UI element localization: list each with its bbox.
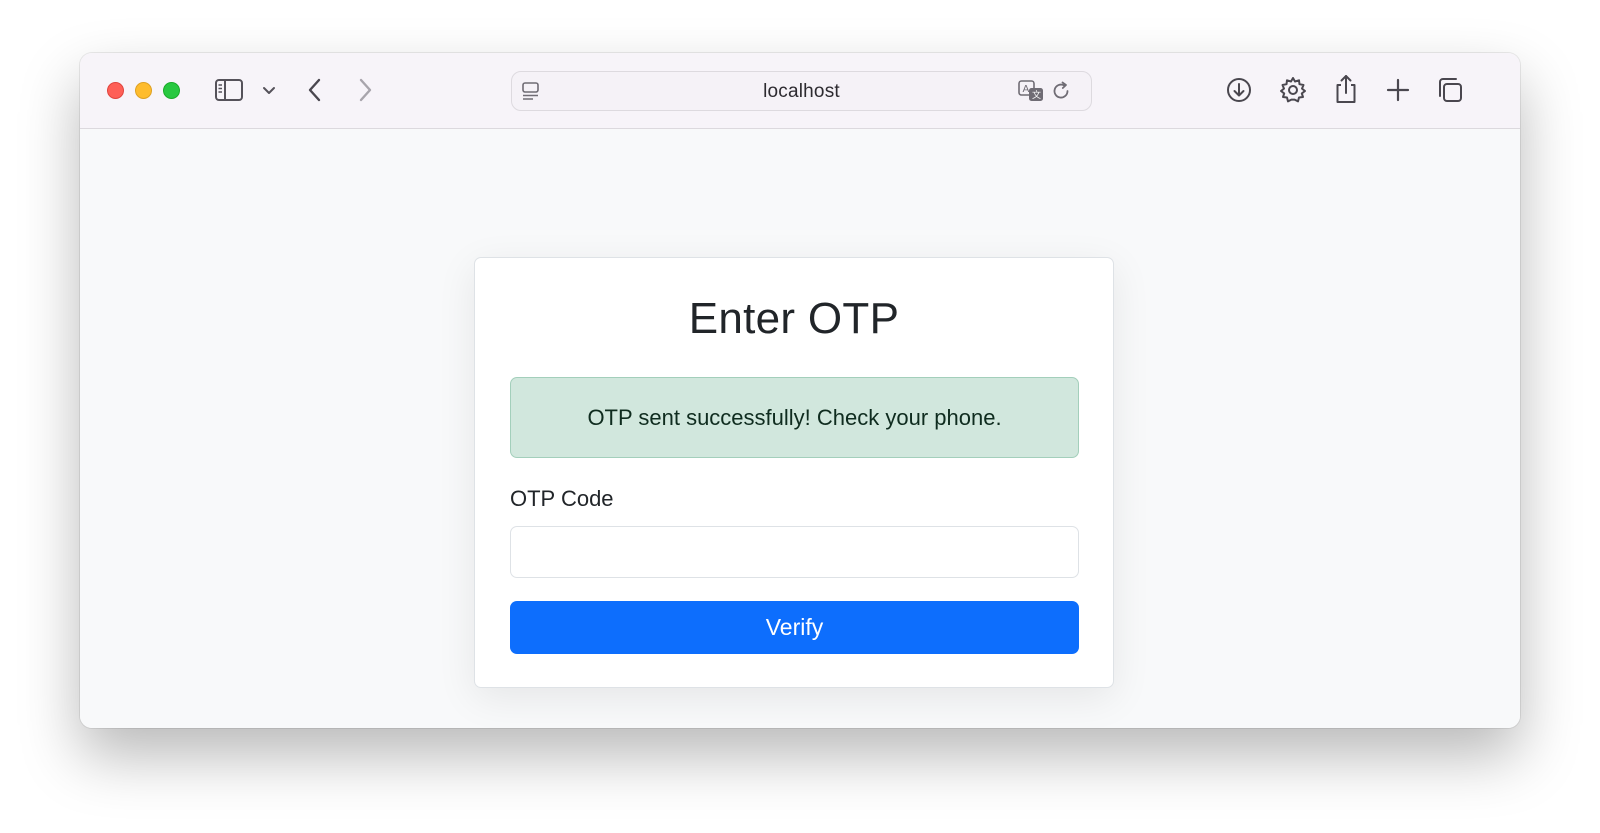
- tabs-overview-icon[interactable]: [1436, 76, 1464, 104]
- alert-message: OTP sent successfully! Check your phone.: [587, 404, 1002, 430]
- otp-card: Enter OTP OTP sent successfully! Check y…: [474, 257, 1114, 688]
- close-window-button[interactable]: [107, 82, 124, 99]
- svg-text:文: 文: [1032, 89, 1041, 101]
- minimize-window-button[interactable]: [135, 82, 152, 99]
- maximize-window-button[interactable]: [163, 82, 180, 99]
- chevron-left-icon[interactable]: [304, 75, 326, 105]
- browser-window: localhost A文 Enter OTP OTP sent successf…: [80, 53, 1520, 728]
- verify-button[interactable]: Verify: [510, 601, 1079, 654]
- page-title: Enter OTP: [688, 294, 900, 343]
- page-content: Enter OTP OTP sent successfully! Check y…: [80, 130, 1520, 728]
- translate-icon[interactable]: A文: [1017, 79, 1045, 103]
- reload-icon[interactable]: [1050, 80, 1072, 102]
- chevron-down-icon[interactable]: [261, 82, 277, 98]
- plus-icon[interactable]: [1385, 77, 1411, 103]
- browser-toolbar: localhost A文: [80, 53, 1520, 129]
- url-text[interactable]: localhost: [512, 81, 1091, 103]
- chevron-right-icon[interactable]: [354, 75, 376, 105]
- otp-code-label: OTP Code: [510, 486, 614, 511]
- gear-icon[interactable]: [1278, 75, 1308, 105]
- share-icon[interactable]: [1333, 73, 1359, 105]
- svg-text:A: A: [1023, 84, 1030, 95]
- address-bar[interactable]: localhost A文: [511, 71, 1092, 111]
- download-icon[interactable]: [1225, 76, 1253, 104]
- sidebar-icon[interactable]: [214, 77, 244, 103]
- success-alert: OTP sent successfully! Check your phone.: [510, 377, 1079, 458]
- otp-code-input[interactable]: [510, 526, 1079, 578]
